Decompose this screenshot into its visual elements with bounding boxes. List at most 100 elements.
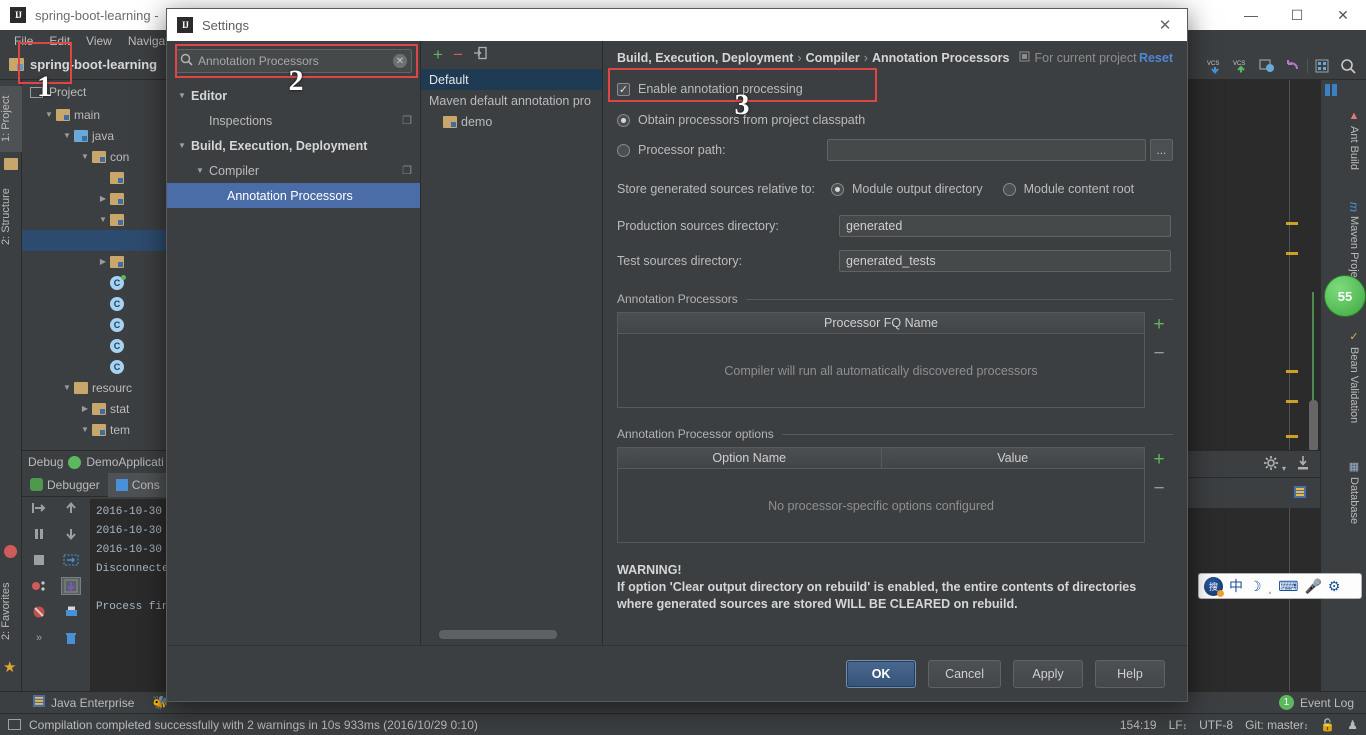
menu-edit[interactable]: Edit [41,32,78,50]
hector-icon[interactable]: ♟ [1347,718,1358,732]
settings-tree-item-build-execution-deployment[interactable]: ▼ Build, Execution, Deployment [167,133,420,158]
remove-option-button[interactable]: − [1153,479,1164,498]
settings-tree-item-editor[interactable]: ▼ Editor [167,83,420,108]
add-processor-button[interactable]: + [1153,315,1164,334]
settings-gear-icon[interactable]: ▾ [1263,455,1286,474]
print-icon[interactable] [61,603,81,621]
cancel-button[interactable]: Cancel [928,659,1001,688]
search-input[interactable]: Annotation Processors [198,54,388,68]
test-sources-input[interactable]: generated_tests [839,250,1171,272]
import-profile-icon[interactable] [473,46,487,63]
clear-search-icon[interactable]: ✕ [393,54,407,68]
minimize-icon[interactable]: — [1228,0,1274,30]
module-output-directory-radio[interactable] [831,182,844,196]
java-enterprise-small-icon[interactable] [1292,484,1308,503]
keyboard-icon[interactable]: ⌨ [1278,578,1298,595]
pause-icon[interactable] [29,525,49,543]
step-down-icon[interactable] [61,525,81,543]
mute-breakpoints-icon[interactable] [29,603,49,621]
breadcrumb-item-1[interactable]: Compiler [806,51,860,65]
soft-wrap-icon[interactable] [61,551,81,569]
ime-toolbar[interactable]: 搜 中 ☽ ˌ ⌨ 🎤 ⚙ [1198,573,1362,599]
caret-position[interactable]: 154:19 [1120,718,1157,732]
processor-path-row[interactable]: Processor path: ... [617,139,1173,161]
settings-search-box[interactable]: Annotation Processors ✕ [175,49,412,73]
remove-profile-button[interactable]: − [453,46,463,63]
close-icon[interactable]: ✕ [1320,0,1366,30]
chevron-icon[interactable]: ▼ [78,152,92,161]
maven-refresh-icon[interactable] [1324,82,1340,101]
add-option-button[interactable]: + [1153,450,1164,469]
settings-tree-item-annotation-processors[interactable]: Annotation Processors [167,183,420,208]
sidebar-item-project[interactable]: 1: Project [0,86,22,152]
options-table[interactable]: Option Name Value No processor-specific … [617,447,1165,543]
menu-file[interactable]: File [6,32,41,50]
view-breakpoints-icon[interactable] [29,577,49,595]
breadcrumb-item-2[interactable]: Annotation Processors [872,51,1010,65]
enable-annotation-processing-checkbox[interactable]: ✓ [617,82,630,96]
sidebar-item-bean-validation[interactable]: ✓ Bean Validation [1344,330,1364,423]
profile-list-item[interactable]: Maven default annotation pro [421,90,602,111]
options-column-name[interactable]: Option Name [618,448,881,468]
ime-halfwidth-icon[interactable]: ☽ [1249,578,1262,595]
structure-icon[interactable] [1310,54,1334,78]
search-everywhere-icon[interactable] [1336,54,1360,78]
sidebar-item-database[interactable]: ▦ Database [1344,460,1364,524]
microphone-icon[interactable]: 🎤 [1304,578,1321,595]
processor-path-browse-button[interactable]: ... [1149,139,1173,161]
scroll-to-end-icon[interactable] [61,577,81,595]
settings-tree-item-inspections[interactable]: Inspections ❐ [167,108,420,133]
chevron-icon[interactable]: ▼ [96,215,110,224]
chevron-icon[interactable]: ▶ [96,194,110,203]
ime-punctuation-icon[interactable]: ˌ [1268,578,1273,594]
editor-scrollbar[interactable] [1309,400,1318,452]
tab-console[interactable]: Cons [107,472,168,497]
options-column-value[interactable]: Value [880,448,1145,468]
vcs-update-icon[interactable]: VCS [1203,54,1227,78]
settings-tree-item-compiler[interactable]: ▼ Compiler ❐ [167,158,420,183]
sidebar-item-ant-build[interactable]: ▲ Ant Build [1344,110,1364,170]
sidebar-item-structure[interactable]: 2: Structure [0,176,22,258]
enable-annotation-processing-row[interactable]: ✓ Enable annotation processing [617,82,1173,96]
run-configurations-icon[interactable] [1255,54,1279,78]
chevron-icon[interactable]: ▶ [78,404,92,413]
project-tree-row[interactable]: ▼ con [22,146,166,167]
project-tree-row[interactable]: C [22,272,166,293]
dialog-close-icon[interactable]: ✕ [1143,9,1187,41]
gear-icon[interactable]: ⚙ [1328,578,1341,595]
project-tree-row[interactable]: ▼ tem [22,419,166,440]
settings-tree[interactable]: ▼ Editor Inspections ❐ ▼ Build, Execution, De… [167,75,420,208]
step-up-icon[interactable] [61,499,81,517]
copy-settings-icon[interactable]: ❐ [402,164,412,177]
obtain-processors-radio[interactable] [617,113,630,127]
project-tree-row[interactable]: ▶ stat [22,398,166,419]
chevron-icon[interactable]: ▶ [96,257,110,266]
stop-icon[interactable] [29,551,49,569]
chevron-icon[interactable]: ▼ [173,91,191,100]
chevron-icon[interactable]: ▼ [60,131,74,140]
lock-icon[interactable]: 🔓 [1320,718,1335,732]
hide-panel-icon[interactable] [1296,455,1310,474]
project-tree-row[interactable]: ▼ [22,209,166,230]
git-branch[interactable]: Git: master↕ [1245,718,1308,732]
copy-settings-icon[interactable]: ❐ [402,114,412,127]
chevron-icon[interactable]: ▼ [60,383,74,392]
project-tree-row[interactable]: C [22,335,166,356]
production-sources-input[interactable]: generated [839,215,1171,237]
project-tree-row[interactable]: C [22,314,166,335]
profile-list-item[interactable]: demo [421,111,602,132]
reset-link[interactable]: Reset [1139,51,1173,65]
project-tree-row[interactable] [22,230,166,251]
obtain-processors-row[interactable]: Obtain processors from project classpath [617,113,1173,127]
breadcrumb-item-0[interactable]: Build, Execution, Deployment [617,51,793,65]
project-tree-row[interactable]: ▼ main [22,104,166,125]
file-encoding[interactable]: UTF-8 [1199,718,1233,732]
resume-icon[interactable] [29,499,49,517]
maximize-icon[interactable]: ☐ [1274,0,1320,30]
processors-table[interactable]: Processor FQ Name Compiler will run all … [617,312,1165,408]
project-tree-row[interactable]: ▶ [22,188,166,209]
chevron-icon[interactable]: ▼ [42,110,56,119]
chevron-icon[interactable]: ▼ [78,425,92,434]
more-options-icon[interactable]: » [29,629,49,647]
clear-all-icon[interactable] [61,629,81,647]
